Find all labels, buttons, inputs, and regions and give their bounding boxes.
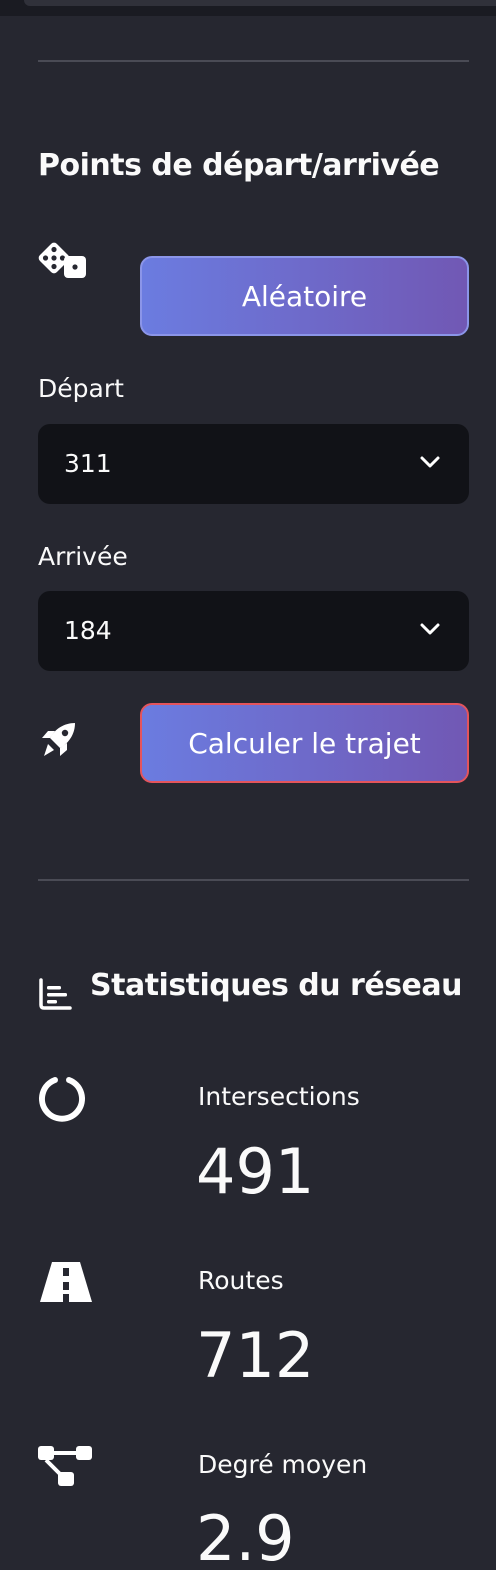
stat-label-routes: Routes: [198, 1266, 284, 1295]
stat-value-average-degree: 2.9: [196, 1502, 295, 1570]
stat-value-routes: 712: [196, 1319, 315, 1392]
divider-middle: [38, 879, 469, 881]
chevron-down-icon: [419, 454, 441, 474]
dice-icon: [38, 242, 88, 284]
divider-top: [38, 60, 469, 62]
departure-label: Départ: [38, 374, 124, 403]
compute-route-button-label: Calculer le trajet: [188, 726, 421, 760]
sidebar-panel: Points de départ/arrivée Aléatoire Dépar…: [0, 0, 496, 1570]
arrival-value: 184: [64, 616, 112, 645]
chart-bar-icon: [38, 978, 72, 1014]
top-container-edge: [24, 0, 496, 6]
arrival-select[interactable]: 184: [38, 591, 469, 671]
random-button[interactable]: Aléatoire: [140, 256, 469, 336]
compute-route-button[interactable]: Calculer le trajet: [140, 703, 469, 783]
network-icon: [38, 1444, 94, 1492]
endpoints-title: Points de départ/arrivée: [38, 148, 440, 183]
arrival-label: Arrivée: [38, 542, 128, 571]
departure-select[interactable]: 311: [38, 424, 469, 504]
departure-value: 311: [64, 449, 112, 478]
stat-value-intersections: 491: [196, 1135, 315, 1208]
top-scroll-edge: [0, 0, 496, 16]
stats-title: Statistiques du réseau: [90, 968, 463, 1003]
road-icon: [38, 1260, 94, 1308]
stat-label-average-degree: Degré moyen: [198, 1450, 368, 1479]
chevron-down-icon: [419, 621, 441, 641]
circle-notch-icon: [38, 1074, 86, 1126]
stat-label-intersections: Intersections: [198, 1082, 360, 1111]
random-button-label: Aléatoire: [241, 279, 368, 313]
rocket-icon: [38, 720, 78, 764]
